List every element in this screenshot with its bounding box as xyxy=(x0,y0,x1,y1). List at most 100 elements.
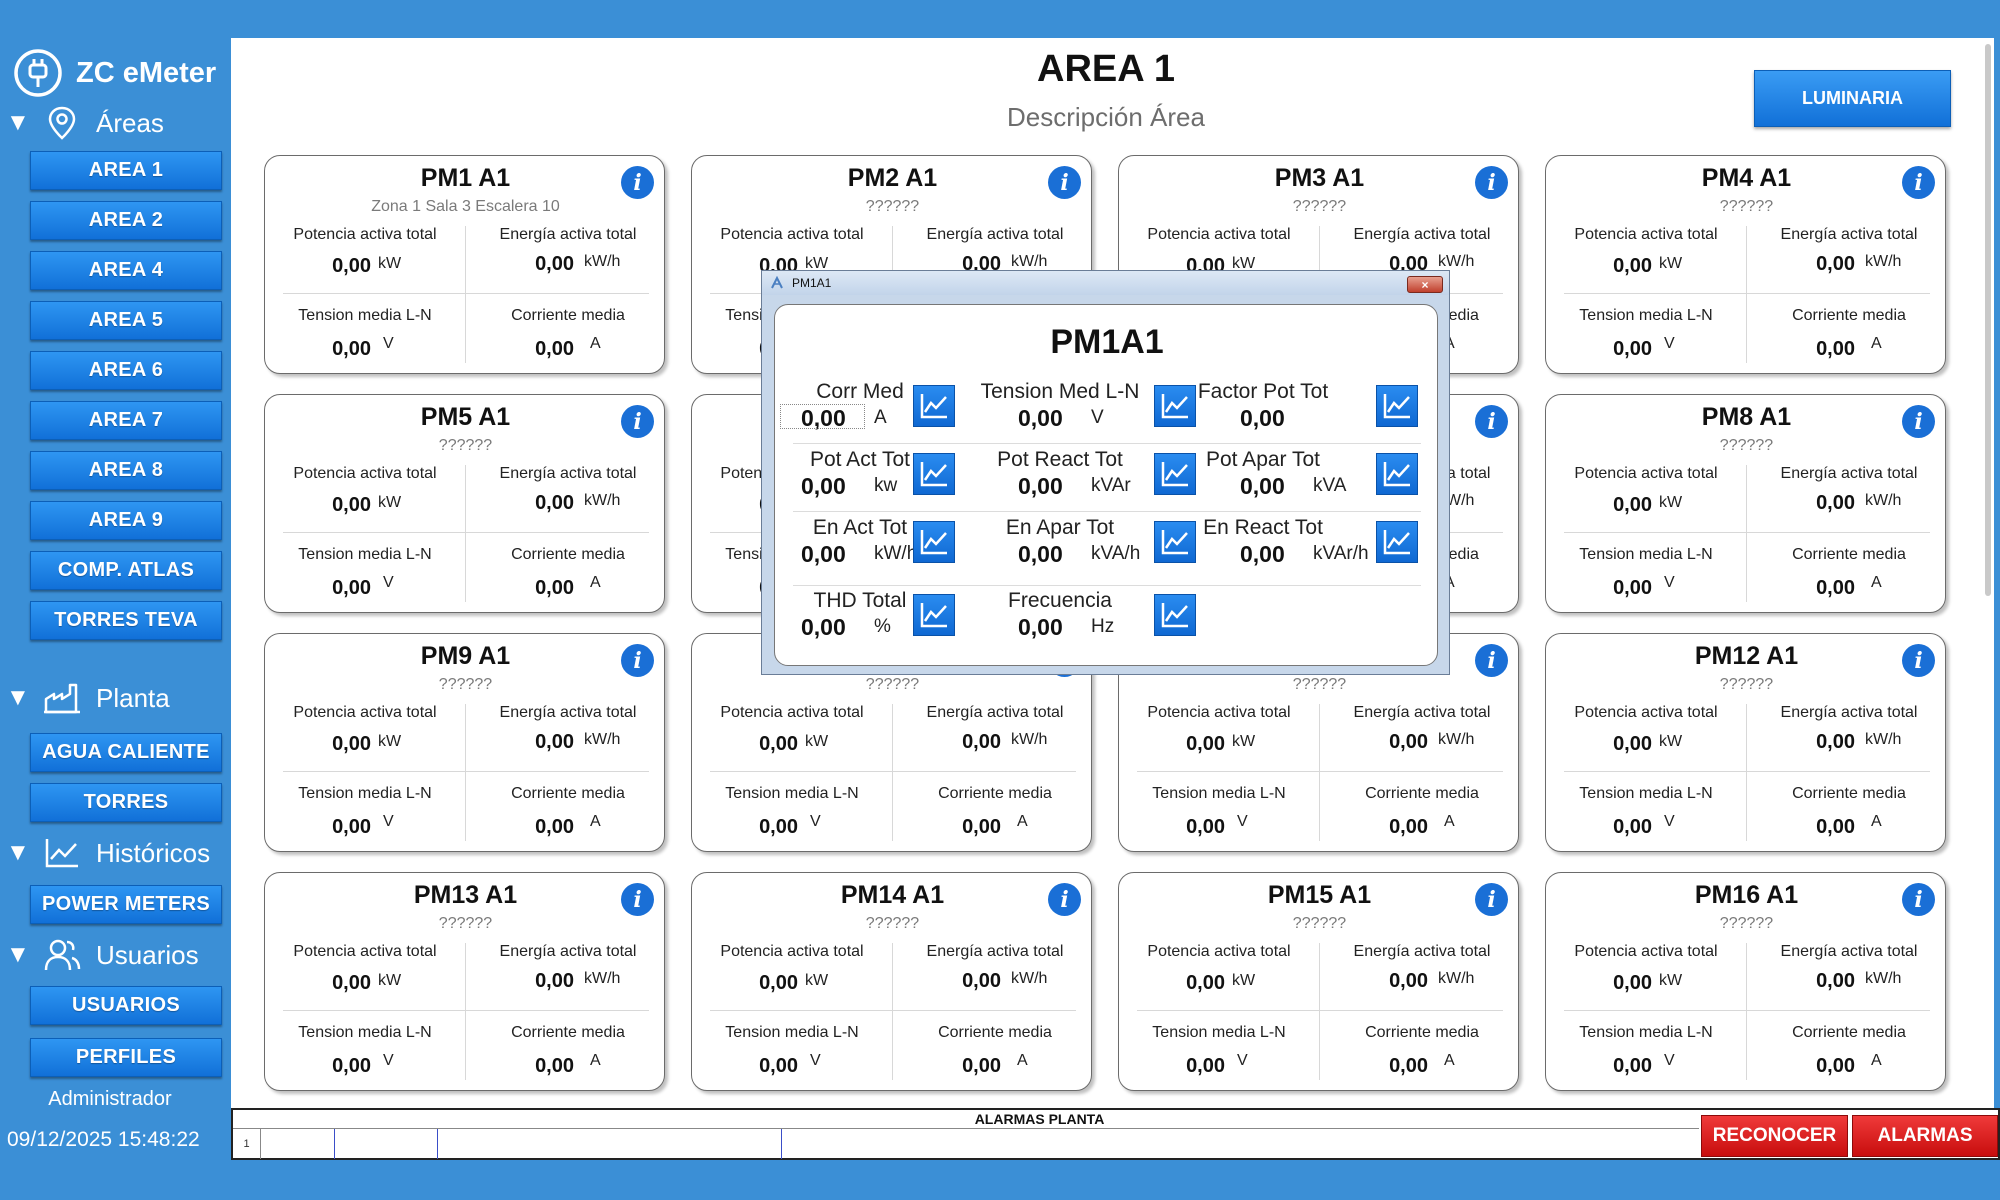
voltage-label: Tension media L-N xyxy=(1152,1024,1286,1041)
nav-area-1-button[interactable]: AREA 1 xyxy=(30,151,222,190)
measure-label: Tension Med L-N xyxy=(980,380,1140,403)
info-icon[interactable]: i xyxy=(1902,405,1935,438)
scrollbar-thumb[interactable] xyxy=(1985,44,1991,596)
measure-label: Pot Apar Tot xyxy=(1205,448,1321,471)
alarms-button[interactable]: ALARMAS xyxy=(1852,1115,1998,1157)
expand-triangle-icon[interactable]: ▼ xyxy=(6,109,42,137)
meter-location: ?????? xyxy=(865,915,920,932)
expand-triangle-icon[interactable]: ▼ xyxy=(6,839,42,867)
measure-unit: kW/h xyxy=(874,543,918,564)
trend-chart-icon[interactable] xyxy=(1376,521,1418,563)
nav-area-4-button[interactable]: AREA 4 xyxy=(30,251,222,290)
info-icon[interactable]: i xyxy=(1902,644,1935,677)
luminaria-button[interactable]: LUMINARIA xyxy=(1754,70,1951,127)
trend-chart-icon[interactable] xyxy=(913,385,955,427)
trend-chart-icon[interactable] xyxy=(913,594,955,636)
current-label: Corriente media xyxy=(1792,1024,1906,1041)
meter-card[interactable]: PM4 A1?????? i Potencia activa total Energí… xyxy=(1545,155,1946,374)
nav-area-5-button[interactable]: AREA 5 xyxy=(30,301,222,340)
active-power-unit: kW xyxy=(378,972,402,989)
current-label: Corriente media xyxy=(938,1024,1052,1041)
measure-value: 0,00 xyxy=(801,473,846,499)
active-energy-value: 0,00 xyxy=(535,731,574,753)
info-icon[interactable]: i xyxy=(621,883,654,916)
trend-chart-icon[interactable] xyxy=(913,521,955,563)
meter-card[interactable]: PM13 A1?????? i Potencia activa total Energ… xyxy=(264,872,665,1091)
nav-area-6-button[interactable]: AREA 6 xyxy=(30,351,222,390)
meter-card[interactable]: PM16 A1?????? i Potencia activa total Energ… xyxy=(1545,872,1946,1091)
active-energy-label: Energía activa total xyxy=(499,943,637,960)
measure-value: 0,00 xyxy=(801,541,846,567)
meter-card[interactable]: PM8 A1?????? i Potencia activa total Energí… xyxy=(1545,394,1946,613)
vertical-scrollbar[interactable] xyxy=(1982,38,1994,1108)
active-energy-label: Energía activa total xyxy=(1353,704,1491,721)
expand-triangle-icon[interactable]: ▼ xyxy=(6,684,42,712)
info-icon[interactable]: i xyxy=(1475,644,1508,677)
nav-area-9-button[interactable]: AREA 9 xyxy=(30,501,222,540)
active-power-label: Potencia activa total xyxy=(720,704,864,721)
active-power-value: 0,00 xyxy=(332,972,371,994)
active-power-value: 0,00 xyxy=(759,733,798,755)
acknowledge-button[interactable]: RECONOCER xyxy=(1701,1115,1848,1157)
voltage-label: Tension media L-N xyxy=(298,307,432,324)
nav-usuarios-button[interactable]: USUARIOS xyxy=(30,986,222,1025)
close-icon[interactable]: × xyxy=(1407,276,1443,293)
nav-power-meters-button[interactable]: POWER METERS xyxy=(30,885,222,924)
section-usuarios[interactable]: ▼ Usuarios xyxy=(6,935,199,975)
nav-perfiles-button[interactable]: PERFILES xyxy=(30,1038,222,1077)
current-value: 0,00 xyxy=(1816,338,1855,360)
voltage-unit: V xyxy=(383,1052,394,1069)
active-energy-value: 0,00 xyxy=(962,970,1001,992)
info-icon[interactable]: i xyxy=(621,405,654,438)
meter-card[interactable]: PM1 A1 Zona 1 Sala 3 Escalera 10 i Potencia… xyxy=(264,155,665,374)
info-icon[interactable]: i xyxy=(1048,883,1081,916)
nav-agua-caliente-button[interactable]: AGUA CALIENTE xyxy=(30,733,222,772)
meter-title: PM14 A1 xyxy=(840,881,945,909)
active-energy-label: Energía activa total xyxy=(926,226,1064,243)
dialog-titlebar[interactable]: PM1A1 × xyxy=(762,271,1449,295)
section-planta[interactable]: ▼ Planta xyxy=(6,678,170,718)
nav-area-8-button[interactable]: AREA 8 xyxy=(30,451,222,490)
meter-location: ?????? xyxy=(865,676,920,693)
info-icon[interactable]: i xyxy=(1475,166,1508,199)
app-window-icon xyxy=(771,276,783,289)
nav-area-2-button[interactable]: AREA 2 xyxy=(30,201,222,240)
measure-unit: kVAr xyxy=(1091,475,1131,496)
trend-chart-icon[interactable] xyxy=(1154,594,1196,636)
section-historicos[interactable]: ▼ Históricos xyxy=(6,833,210,873)
info-icon[interactable]: i xyxy=(1902,166,1935,199)
active-energy-unit: kW/h xyxy=(1011,731,1048,748)
measure-unit: % xyxy=(874,616,891,637)
nav-torres-teva-button[interactable]: TORRES TEVA xyxy=(30,601,222,640)
expand-triangle-icon[interactable]: ▼ xyxy=(6,941,42,969)
trend-chart-icon[interactable] xyxy=(1376,385,1418,427)
info-icon[interactable]: i xyxy=(621,644,654,677)
nav-area-7-button[interactable]: AREA 7 xyxy=(30,401,222,440)
measure-value: 0,00 xyxy=(1240,541,1285,567)
meter-card[interactable]: PM5 A1?????? i Potencia activa total Energí… xyxy=(264,394,665,613)
voltage-unit: V xyxy=(383,574,394,591)
nav-comp-atlas-button[interactable]: COMP. ATLAS xyxy=(30,551,222,590)
info-icon[interactable]: i xyxy=(1048,166,1081,199)
active-power-unit: kW xyxy=(378,494,402,511)
info-icon[interactable]: i xyxy=(1475,405,1508,438)
info-icon[interactable]: i xyxy=(1902,883,1935,916)
meter-card[interactable]: PM12 A1?????? i Potencia activa total Energ… xyxy=(1545,633,1946,852)
meter-card[interactable]: PM15 A1?????? i Potencia activa total Energ… xyxy=(1118,872,1519,1091)
divider xyxy=(1564,293,1930,294)
voltage-unit: V xyxy=(383,813,394,830)
nav-torres-button[interactable]: TORRES xyxy=(30,783,222,822)
trend-chart-icon[interactable] xyxy=(1376,453,1418,495)
info-icon[interactable]: i xyxy=(621,166,654,199)
meter-card[interactable]: PM9 A1?????? i Potencia activa total Energí… xyxy=(264,633,665,852)
alarm-table[interactable]: 1 xyxy=(233,1128,1699,1159)
active-power-label: Potencia activa total xyxy=(720,943,864,960)
meter-location: ?????? xyxy=(1719,198,1774,215)
meter-title: PM9 A1 xyxy=(420,642,511,670)
info-icon[interactable]: i xyxy=(1475,883,1508,916)
divider xyxy=(1137,1010,1503,1011)
section-areas[interactable]: ▼ Áreas xyxy=(6,103,164,143)
trend-chart-icon[interactable] xyxy=(913,453,955,495)
current-unit: A xyxy=(1017,1052,1028,1069)
meter-card[interactable]: PM14 A1?????? i Potencia activa total Energ… xyxy=(691,872,1092,1091)
